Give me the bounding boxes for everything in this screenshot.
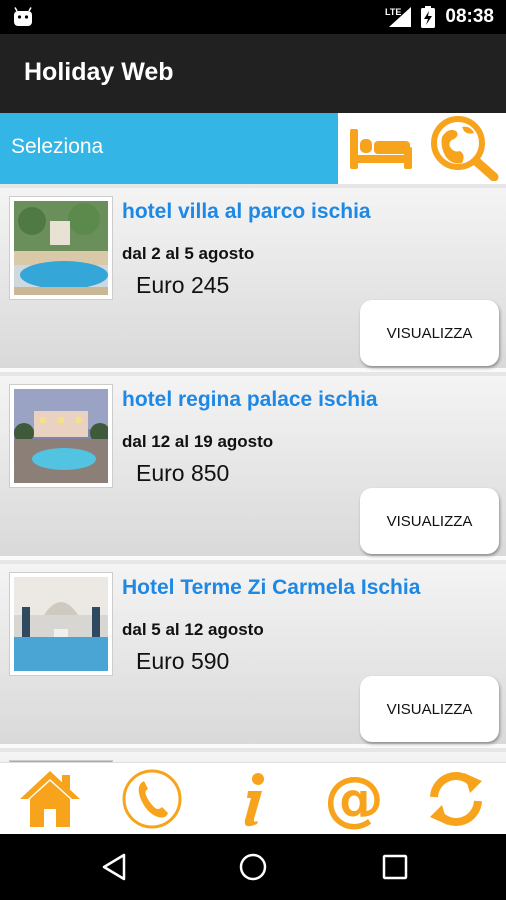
back-icon[interactable] <box>100 852 130 882</box>
hotel-list: hotel villa al parco ischia dal 2 al 5 a… <box>0 184 506 762</box>
hotel-pool-image <box>14 389 108 483</box>
hotel-name[interactable]: hotel villa al parco ischia <box>122 200 371 224</box>
email-at-icon[interactable]: @ <box>322 767 386 831</box>
hotel-name[interactable]: Hotel Terme Zi Carmela Ischia <box>122 576 420 600</box>
hotel-dates: dal 2 al 5 agosto <box>122 244 255 263</box>
hotel-name[interactable]: hotel regina palace ischia <box>122 388 378 412</box>
svg-text:@: @ <box>324 767 384 831</box>
home-icon[interactable] <box>18 767 82 831</box>
selector-bar: Seleziona <box>0 113 506 184</box>
visualizza-button[interactable]: VISUALIZZA <box>360 676 499 742</box>
visualizza-button[interactable]: VISUALIZZA <box>360 488 499 554</box>
recents-icon[interactable] <box>380 852 410 882</box>
hotel-price: Euro 245 <box>136 272 230 298</box>
phone-icon[interactable] <box>120 767 184 831</box>
signal-icon <box>389 7 412 27</box>
hotel-dates: dal 12 al 19 agosto <box>122 432 274 451</box>
hotel-thumbnail[interactable] <box>9 572 113 676</box>
hotel-card-partial[interactable] <box>0 752 506 762</box>
clock: 08:38 <box>445 6 494 27</box>
bottom-toolbar: @ <box>0 762 506 834</box>
system-nav-bar <box>0 834 506 900</box>
hotel-thumbnail[interactable] <box>9 196 113 300</box>
bed-icon[interactable] <box>344 117 416 179</box>
info-icon[interactable] <box>222 767 286 831</box>
hotel-price: Euro 850 <box>136 460 230 486</box>
hotel-pool-image <box>14 577 108 671</box>
battery-icon <box>421 6 436 28</box>
hotel-pool-image <box>14 201 108 295</box>
visualizza-button[interactable]: VISUALIZZA <box>360 300 499 366</box>
status-bar: LTE 08:38 <box>0 0 506 34</box>
app-bar: Holiday Web <box>0 34 506 113</box>
hotel-thumbnail[interactable] <box>9 384 113 488</box>
hotel-card[interactable]: Hotel Terme Zi Carmela Ischia dal 5 al 1… <box>0 564 506 748</box>
hotel-dates: dal 5 al 12 agosto <box>122 620 264 639</box>
hotel-price: Euro 590 <box>136 648 230 674</box>
seleziona-button[interactable]: Seleziona <box>0 113 338 184</box>
hotel-card[interactable]: hotel villa al parco ischia dal 2 al 5 a… <box>0 188 506 372</box>
hotel-card[interactable]: hotel regina palace ischia dal 12 al 19 … <box>0 376 506 560</box>
android-icon <box>14 7 32 26</box>
refresh-icon[interactable] <box>424 767 488 831</box>
app-title: Holiday Web <box>24 58 174 86</box>
globe-search-icon[interactable] <box>428 115 500 181</box>
home-nav-icon[interactable] <box>238 852 268 882</box>
